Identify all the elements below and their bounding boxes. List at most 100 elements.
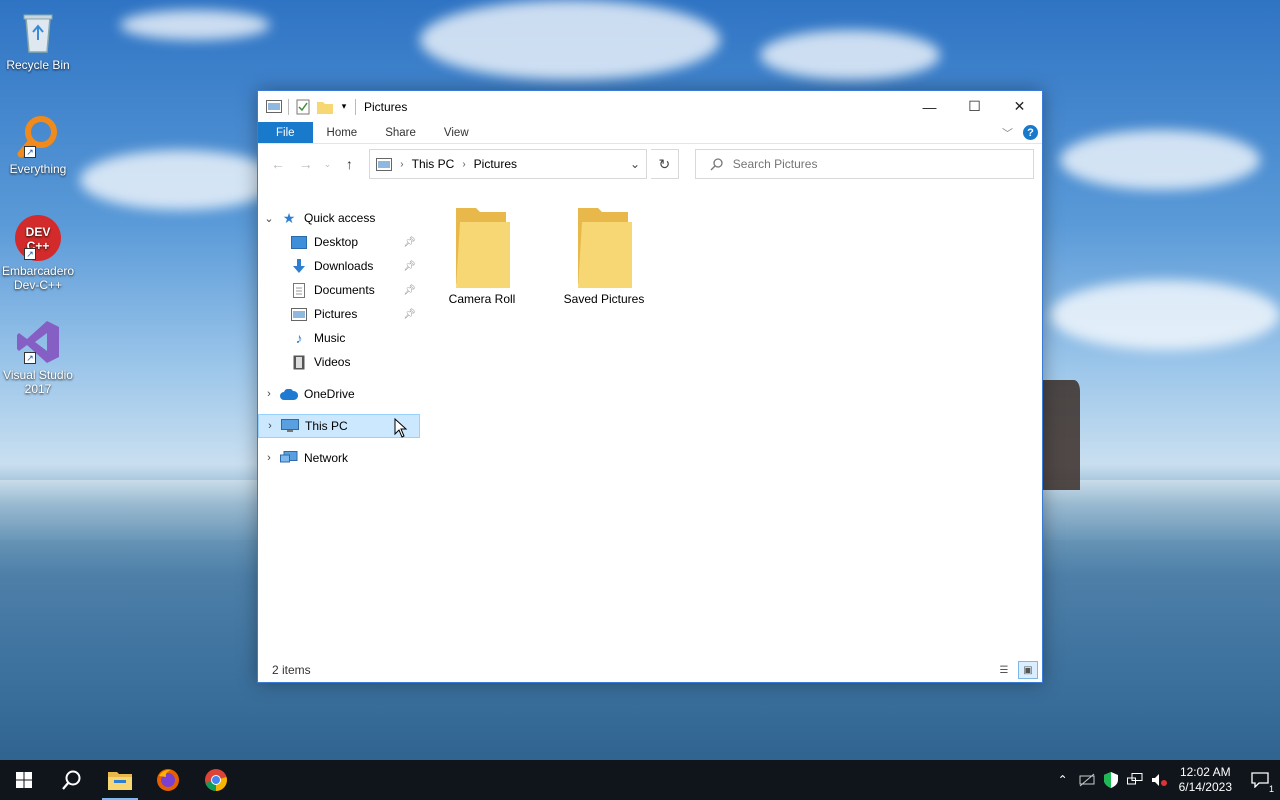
up-button[interactable]: ↑ xyxy=(338,152,362,176)
nav-label: Downloads xyxy=(314,259,374,273)
recent-locations-chevron-icon[interactable]: ⌄ xyxy=(322,152,334,176)
desktop-icon-visual-studio[interactable]: ↗ Visual Studio 2017 xyxy=(2,318,74,396)
minimize-button[interactable]: — xyxy=(907,91,952,122)
tab-home[interactable]: Home xyxy=(313,122,372,143)
nav-item-documents[interactable]: Documents 📌︎ xyxy=(258,278,420,302)
file-list: Camera Roll Saved Pictures xyxy=(420,206,1042,658)
windows-logo-icon xyxy=(16,772,32,788)
expand-chevron-icon[interactable]: › xyxy=(258,452,280,464)
nav-item-desktop[interactable]: Desktop 📌︎ xyxy=(258,230,420,254)
downloads-icon xyxy=(290,258,308,274)
expand-chevron-icon[interactable]: › xyxy=(259,420,281,432)
dev-cpp-icon: DEV C++ ↗ xyxy=(14,214,62,262)
nav-item-pictures[interactable]: Pictures 📌︎ xyxy=(258,302,420,326)
ribbon-tabs: File Home Share View ﹀ ? xyxy=(258,122,1042,144)
desktop-folder-icon xyxy=(290,234,308,250)
mouse-cursor-icon xyxy=(394,417,408,441)
forward-button[interactable]: → xyxy=(294,152,318,176)
taskbar-chrome[interactable] xyxy=(192,760,240,800)
pin-icon[interactable]: 📌︎ xyxy=(403,309,416,320)
nav-item-music[interactable]: ♪ Music xyxy=(258,326,420,350)
shortcut-arrow-icon: ↗ xyxy=(24,248,36,260)
back-button[interactable]: ← xyxy=(266,152,290,176)
breadcrumb-chevron-icon[interactable]: › xyxy=(462,159,465,170)
tab-view[interactable]: View xyxy=(430,122,483,143)
item-count: 2 items xyxy=(272,663,311,677)
taskbar-file-explorer[interactable] xyxy=(96,760,144,800)
address-bar[interactable]: › This PC › Pictures ⌄ xyxy=(369,149,647,179)
desktop-icon-label: Visual Studio 2017 xyxy=(3,368,73,396)
show-hidden-icons-chevron-icon[interactable]: ⌃ xyxy=(1051,760,1075,800)
desktop-icon-label: Recycle Bin xyxy=(6,58,70,72)
desktop-icon-everything[interactable]: ↗ Everything xyxy=(2,112,74,176)
clock-date: 6/14/2023 xyxy=(1178,780,1232,794)
search-icon xyxy=(710,157,723,171)
start-button[interactable] xyxy=(0,760,48,800)
nav-item-videos[interactable]: Videos xyxy=(258,350,420,374)
music-icon: ♪ xyxy=(295,330,303,346)
new-folder-icon[interactable] xyxy=(317,99,333,115)
system-tray: ⌃ 12:02 AM 6/14/2023 1 xyxy=(1051,760,1280,800)
pictures-location-icon xyxy=(376,157,393,171)
action-center-button[interactable]: 1 xyxy=(1240,760,1280,800)
desktop-icon-devcpp[interactable]: DEV C++ ↗ Embarcadero Dev-C++ xyxy=(2,214,74,292)
expand-ribbon-chevron-icon[interactable]: ﹀ xyxy=(1002,125,1013,141)
breadcrumb-this-pc[interactable]: This PC xyxy=(412,157,455,171)
pin-icon[interactable]: 📌︎ xyxy=(403,237,416,248)
breadcrumb-pictures[interactable]: Pictures xyxy=(474,157,517,171)
shortcut-arrow-icon: ↗ xyxy=(24,146,36,158)
desktop-icon-recycle-bin[interactable]: Recycle Bin xyxy=(2,8,74,72)
help-icon[interactable]: ? xyxy=(1023,125,1038,140)
nav-label: Desktop xyxy=(314,235,359,249)
navigation-bar: ← → ⌄ ↑ › This PC › Pictures ⌄ ↻ xyxy=(258,144,1042,184)
notification-count-badge: 1 xyxy=(1268,784,1274,794)
star-icon: ★ xyxy=(282,209,296,226)
desktop-icon-label: Everything xyxy=(9,162,67,176)
nav-label: OneDrive xyxy=(304,387,355,401)
properties-icon[interactable] xyxy=(295,99,311,115)
tab-file[interactable]: File xyxy=(258,122,313,143)
pin-icon[interactable]: 📌︎ xyxy=(403,261,416,272)
everything-search-icon: ↗ xyxy=(14,112,62,160)
taskbar-clock[interactable]: 12:02 AM 6/14/2023 xyxy=(1171,765,1240,795)
nav-quick-access[interactable]: ⌄ ★ Quick access xyxy=(258,206,420,230)
collapse-chevron-icon[interactable]: ⌄ xyxy=(258,212,280,225)
taskbar-firefox[interactable] xyxy=(144,760,192,800)
volume-muted-icon[interactable] xyxy=(1147,760,1171,800)
details-view-icon[interactable]: ☰ xyxy=(994,661,1014,679)
nav-label: Quick access xyxy=(304,211,376,225)
search-input[interactable] xyxy=(732,157,1013,171)
breadcrumb-chevron-icon[interactable]: › xyxy=(400,159,403,170)
large-icons-view-icon[interactable]: ▣ xyxy=(1018,661,1038,679)
nav-network[interactable]: › Network xyxy=(258,446,420,470)
network-disconnected-icon[interactable] xyxy=(1075,760,1099,800)
folder-item[interactable]: Camera Roll xyxy=(432,206,532,306)
close-button[interactable]: ✕ xyxy=(997,91,1042,122)
network-icon[interactable] xyxy=(1123,760,1147,800)
customize-toolbar-icon[interactable]: ▾ xyxy=(339,99,349,115)
nav-label: This PC xyxy=(305,419,348,433)
tab-share[interactable]: Share xyxy=(371,122,430,143)
maximize-button[interactable]: ☐ xyxy=(952,91,997,122)
nav-item-downloads[interactable]: Downloads 📌︎ xyxy=(258,254,420,278)
expand-chevron-icon[interactable]: › xyxy=(258,388,280,400)
address-history-dropdown-icon[interactable]: ⌄ xyxy=(624,157,646,171)
window-title: Pictures xyxy=(364,99,408,114)
file-explorer-window: ▾ Pictures — ☐ ✕ File Home Share View ﹀ … xyxy=(257,90,1043,683)
nav-label: Documents xyxy=(314,283,375,297)
search-icon xyxy=(62,770,82,790)
nav-label: Videos xyxy=(314,355,351,369)
refresh-button[interactable]: ↻ xyxy=(651,149,679,179)
pin-icon[interactable]: 📌︎ xyxy=(403,285,416,296)
windows-security-shield-icon[interactable] xyxy=(1099,760,1123,800)
title-bar[interactable]: ▾ Pictures — ☐ ✕ xyxy=(258,91,1042,122)
taskbar-search-button[interactable] xyxy=(48,760,96,800)
folder-item[interactable]: Saved Pictures xyxy=(554,206,654,306)
nav-onedrive[interactable]: › OneDrive xyxy=(258,382,420,406)
folder-icon xyxy=(574,206,634,288)
search-box[interactable] xyxy=(694,149,1034,179)
network-icon xyxy=(280,450,298,466)
explorer-body: ⌄ ★ Quick access Desktop 📌︎ Downloads 📌︎… xyxy=(258,206,1042,658)
clock-time: 12:02 AM xyxy=(1179,765,1231,779)
recycle-bin-icon xyxy=(14,8,62,56)
